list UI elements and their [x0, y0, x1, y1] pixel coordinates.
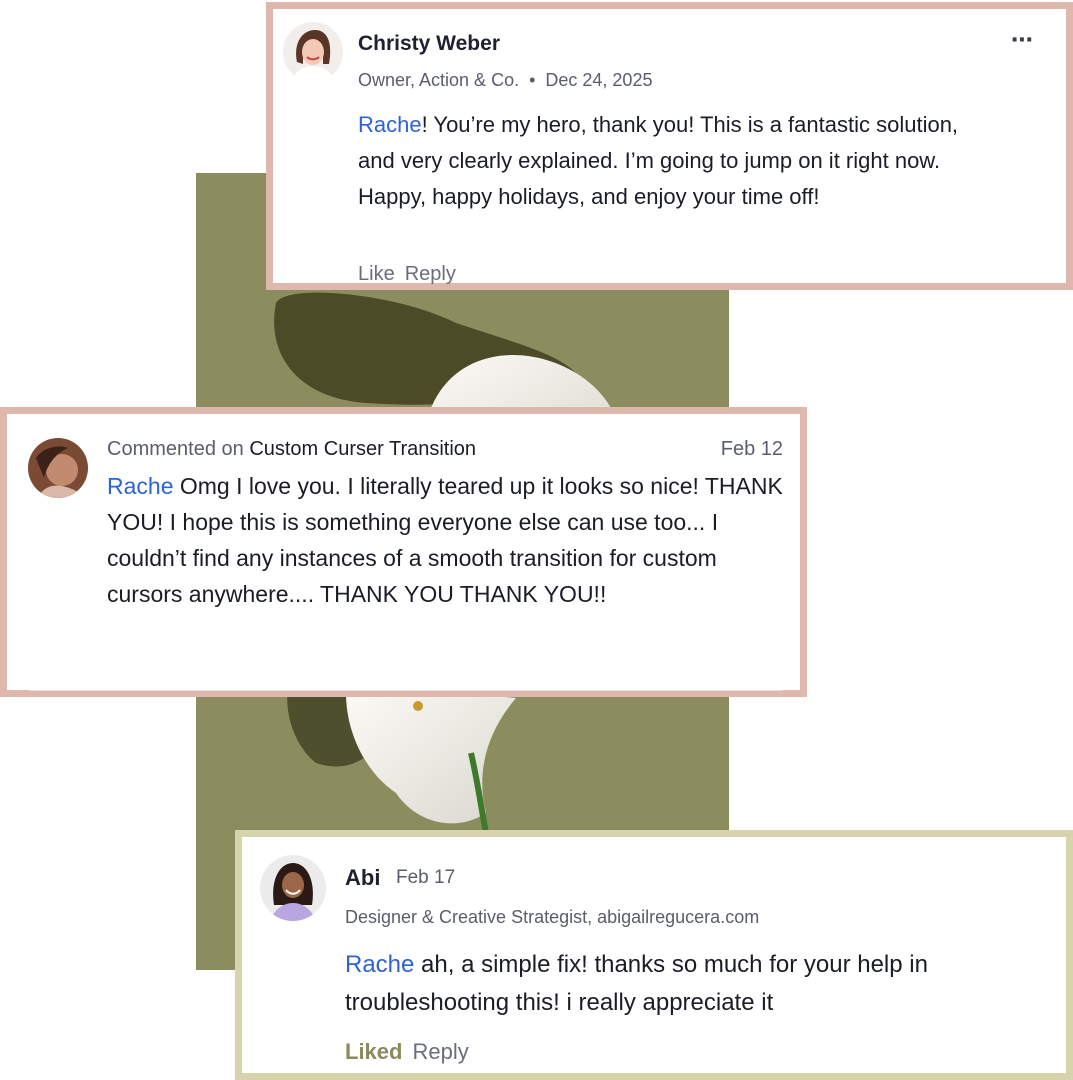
comment-text: Omg I love you. I literally teared up it…: [107, 473, 783, 607]
comment-date[interactable]: Dec 24, 2025: [545, 70, 652, 90]
comment-text: ah, a simple fix! thanks so much for you…: [345, 951, 928, 1016]
activity-meta: Commented on Custom Curser Transition: [107, 438, 476, 461]
author-role: Owner, Action & Co.: [358, 70, 520, 90]
author-role: Designer & Creative Strategist, abigailr…: [345, 907, 760, 927]
author-name[interactable]: Abi: [345, 865, 380, 891]
avatar[interactable]: [28, 438, 88, 498]
comment-date[interactable]: Feb 17: [396, 867, 455, 889]
more-options-icon[interactable]: ⋯: [1011, 27, 1034, 53]
comment-body: Rache Omg I love you. I literally teared…: [107, 468, 787, 612]
comment-actions: Like Reply: [358, 263, 466, 286]
activity-prefix: Commented on: [107, 438, 244, 460]
mention-link[interactable]: Rache: [345, 951, 414, 978]
reply-button[interactable]: Reply: [412, 1039, 468, 1064]
meta-separator: •: [529, 70, 536, 90]
comment-card-christy: Christy Weber Owner, Action & Co. • Dec 24…: [266, 2, 1073, 290]
abi-avatar-icon: [260, 855, 326, 921]
comment-card-post: Commented on Custom Curser Transition Fe…: [0, 407, 807, 697]
author-meta: Owner, Action & Co. • Dec 24, 2025: [358, 70, 652, 91]
reply-button[interactable]: Reply: [405, 263, 456, 285]
liked-button[interactable]: Liked: [345, 1039, 402, 1064]
comment-body: Rache! You’re my hero, thank you! This i…: [358, 107, 998, 215]
mention-link[interactable]: Rache: [358, 112, 422, 137]
comment-body: Rache ah, a simple fix! thanks so much f…: [345, 946, 1055, 1022]
post-title-link[interactable]: Custom Curser Transition: [249, 438, 476, 460]
user-avatar-icon: [28, 438, 88, 498]
christy-avatar-icon: [283, 22, 343, 82]
comment-card-abi: Abi Feb 17 Designer & Creative Strategis…: [235, 830, 1073, 1080]
avatar[interactable]: [260, 855, 326, 921]
mention-link[interactable]: Rache: [107, 473, 173, 499]
avatar[interactable]: [283, 22, 343, 82]
comment-date[interactable]: Feb 12: [721, 438, 783, 461]
comment-text: ! You’re my hero, thank you! This is a f…: [358, 112, 959, 209]
comment-actions: Liked Reply: [345, 1039, 479, 1065]
like-button[interactable]: Like: [358, 263, 395, 285]
author-name[interactable]: Christy Weber: [358, 32, 500, 56]
divider: [29, 690, 783, 691]
